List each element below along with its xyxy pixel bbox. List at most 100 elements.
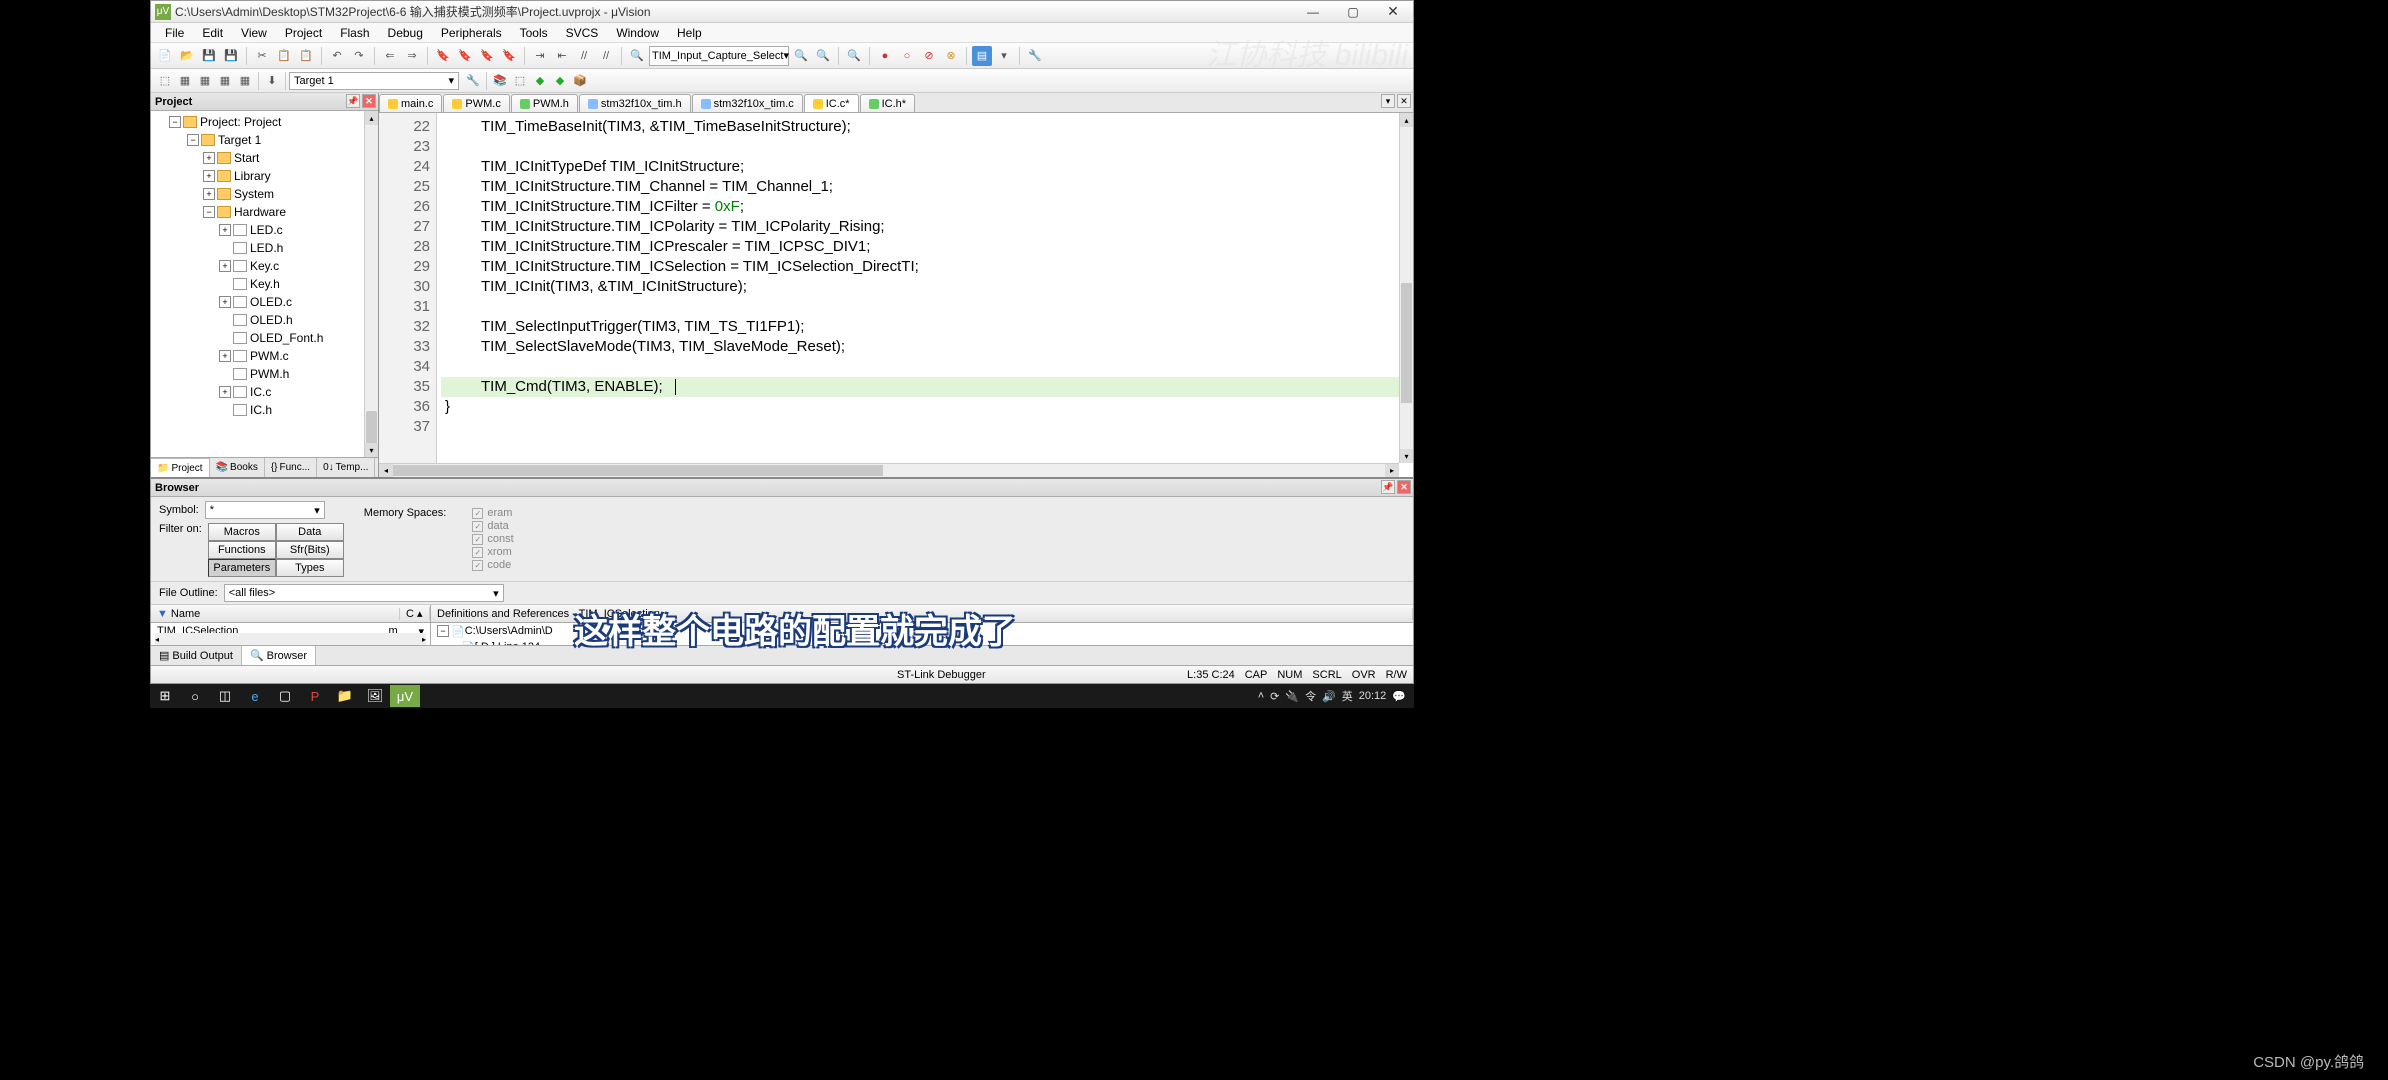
dropdown-icon[interactable]: ▾	[994, 46, 1014, 66]
powerpoint-icon[interactable]: P	[300, 685, 330, 707]
cortana-icon[interactable]: ○	[180, 685, 210, 707]
ptab-project[interactable]: 📁Project	[151, 458, 210, 477]
tree-group-library[interactable]: +Library	[151, 167, 378, 185]
filter-functions[interactable]: Functions	[208, 541, 276, 559]
tree-file[interactable]: Key.h	[151, 275, 378, 293]
tray-wifi-icon[interactable]: 令	[1305, 688, 1316, 704]
menu-project[interactable]: Project	[277, 24, 330, 42]
menu-edit[interactable]: Edit	[194, 24, 231, 42]
code-editor[interactable]: 22232425262728293031323334353637 TIM_Tim…	[379, 113, 1413, 477]
open-file-icon[interactable]: 📂	[177, 46, 197, 66]
target-combo[interactable]: Target 1▾	[289, 72, 459, 90]
outdent-icon[interactable]: ⇤	[552, 46, 572, 66]
tree-file[interactable]: +LED.c	[151, 221, 378, 239]
taskview-icon[interactable]: ◫	[210, 685, 240, 707]
close-button[interactable]: ✕	[1373, 2, 1413, 22]
tray-ime[interactable]: 英	[1342, 688, 1353, 704]
tree-file[interactable]: IC.h	[151, 401, 378, 419]
tree-file[interactable]: OLED.h	[151, 311, 378, 329]
tab-ic-h[interactable]: IC.h*	[860, 94, 915, 112]
code-body[interactable]: TIM_TimeBaseInit(TIM3, &TIM_TimeBaseInit…	[437, 113, 1413, 477]
edge-icon[interactable]: e	[240, 685, 270, 707]
chk-xrom[interactable]: ✓xrom	[472, 546, 513, 558]
menu-debug[interactable]: Debug	[380, 24, 431, 42]
browser-close-icon[interactable]: ✕	[1397, 480, 1411, 494]
find-in-files-icon[interactable]: 🔍	[791, 46, 811, 66]
menu-help[interactable]: Help	[669, 24, 710, 42]
tab-tim-h[interactable]: stm32f10x_tim.h	[579, 94, 691, 112]
new-file-icon[interactable]: 📄	[155, 46, 175, 66]
tray-up-icon[interactable]: ˄	[1258, 690, 1264, 702]
filter-macros[interactable]: Macros	[208, 523, 276, 541]
photos-icon[interactable]: 🖼	[360, 685, 390, 707]
bookmark-prev-icon[interactable]: 🔖	[455, 46, 475, 66]
chk-eram[interactable]: ✓eram	[472, 507, 513, 519]
redo-icon[interactable]: ↷	[349, 46, 369, 66]
ptab-functions[interactable]: {}Func...	[265, 458, 317, 477]
tab-tim-c[interactable]: stm32f10x_tim.c	[692, 94, 803, 112]
bookmark-icon[interactable]: 🔖	[433, 46, 453, 66]
download-icon[interactable]: ⬇	[262, 71, 282, 91]
rebuild-icon[interactable]: ▦	[195, 71, 215, 91]
tab-close-icon[interactable]: ✕	[1397, 94, 1411, 108]
save-icon[interactable]: 💾	[199, 46, 219, 66]
project-tree[interactable]: −Project: Project −Target 1 +Start +Libr…	[151, 111, 378, 457]
browser-pin-icon[interactable]: 📌	[1381, 480, 1395, 494]
menu-window[interactable]: Window	[608, 24, 667, 42]
comment-icon[interactable]: //	[574, 46, 594, 66]
window-icon[interactable]: ▤	[972, 46, 992, 66]
start-icon[interactable]: ⊞	[150, 685, 180, 707]
nav-back-icon[interactable]: ⇐	[380, 46, 400, 66]
filter-data[interactable]: Data	[276, 523, 344, 541]
tree-file[interactable]: OLED_Font.h	[151, 329, 378, 347]
select-packs-icon[interactable]: ◆	[550, 71, 570, 91]
minimize-button[interactable]: —	[1293, 2, 1333, 22]
menu-svcs[interactable]: SVCS	[558, 24, 607, 42]
tree-file[interactable]: LED.h	[151, 239, 378, 257]
tray-volume-icon[interactable]: 🔊	[1322, 690, 1336, 703]
tree-file[interactable]: PWM.h	[151, 365, 378, 383]
find-icon[interactable]: 🔍	[627, 46, 647, 66]
cut-icon[interactable]: ✂	[252, 46, 272, 66]
breakpoint-enable-icon[interactable]: ○	[897, 46, 917, 66]
uncomment-icon[interactable]: //	[596, 46, 616, 66]
breakpoint-kill-icon[interactable]: ⊗	[941, 46, 961, 66]
tree-target[interactable]: −Target 1	[151, 131, 378, 149]
tree-group-system[interactable]: +System	[151, 185, 378, 203]
filter-parameters[interactable]: Parameters	[208, 559, 276, 577]
manage-books-icon[interactable]: 📚	[490, 71, 510, 91]
tray-time[interactable]: 20:12	[1359, 690, 1387, 702]
bookmark-next-icon[interactable]: 🔖	[477, 46, 497, 66]
ptab-books[interactable]: 📚Books	[210, 458, 265, 477]
uvision-taskbar-icon[interactable]: μV	[390, 685, 420, 707]
chk-data[interactable]: ✓data	[472, 520, 513, 532]
filter-sfrbits[interactable]: Sfr(Bits)	[276, 541, 344, 559]
breakpoint-disable-icon[interactable]: ⊘	[919, 46, 939, 66]
outline-combo[interactable]: <all files>▾	[224, 584, 504, 602]
tray-sync-icon[interactable]: ⟳	[1270, 690, 1279, 703]
build-icon[interactable]: ▦	[175, 71, 195, 91]
taskbar-app-icon[interactable]: ▢	[270, 685, 300, 707]
save-all-icon[interactable]: 💾	[221, 46, 241, 66]
explorer-icon[interactable]: 📁	[330, 685, 360, 707]
tab-pwm-c[interactable]: PWM.c	[443, 94, 509, 112]
symbol-input[interactable]: *▾	[205, 501, 325, 519]
editor-hscroll[interactable]: ◂▸	[379, 463, 1399, 477]
tray-power-icon[interactable]: 🔌	[1285, 690, 1299, 703]
configure-icon[interactable]: 🔧	[1025, 46, 1045, 66]
tab-pwm-h[interactable]: PWM.h	[511, 94, 578, 112]
tab-ic-c[interactable]: IC.c*	[804, 94, 859, 112]
menu-file[interactable]: File	[157, 24, 192, 42]
otab-browser[interactable]: 🔍Browser	[242, 646, 316, 665]
windows-taskbar[interactable]: ⊞ ○ ◫ e ▢ P 📁 🖼 μV ˄ ⟳ 🔌 令 🔊 英 20:12 💬	[150, 684, 1414, 708]
undo-icon[interactable]: ↶	[327, 46, 347, 66]
breakpoint-insert-icon[interactable]: ●	[875, 46, 895, 66]
editor-vscroll[interactable]: ▴▾	[1399, 113, 1413, 463]
nav-fwd-icon[interactable]: ⇒	[402, 46, 422, 66]
bookmark-clear-icon[interactable]: 🔖	[499, 46, 519, 66]
copy-icon[interactable]: 📋	[274, 46, 294, 66]
tree-file[interactable]: +PWM.c	[151, 347, 378, 365]
menu-peripherals[interactable]: Peripherals	[433, 24, 510, 42]
tree-file[interactable]: +OLED.c	[151, 293, 378, 311]
tree-group-hardware[interactable]: −Hardware	[151, 203, 378, 221]
